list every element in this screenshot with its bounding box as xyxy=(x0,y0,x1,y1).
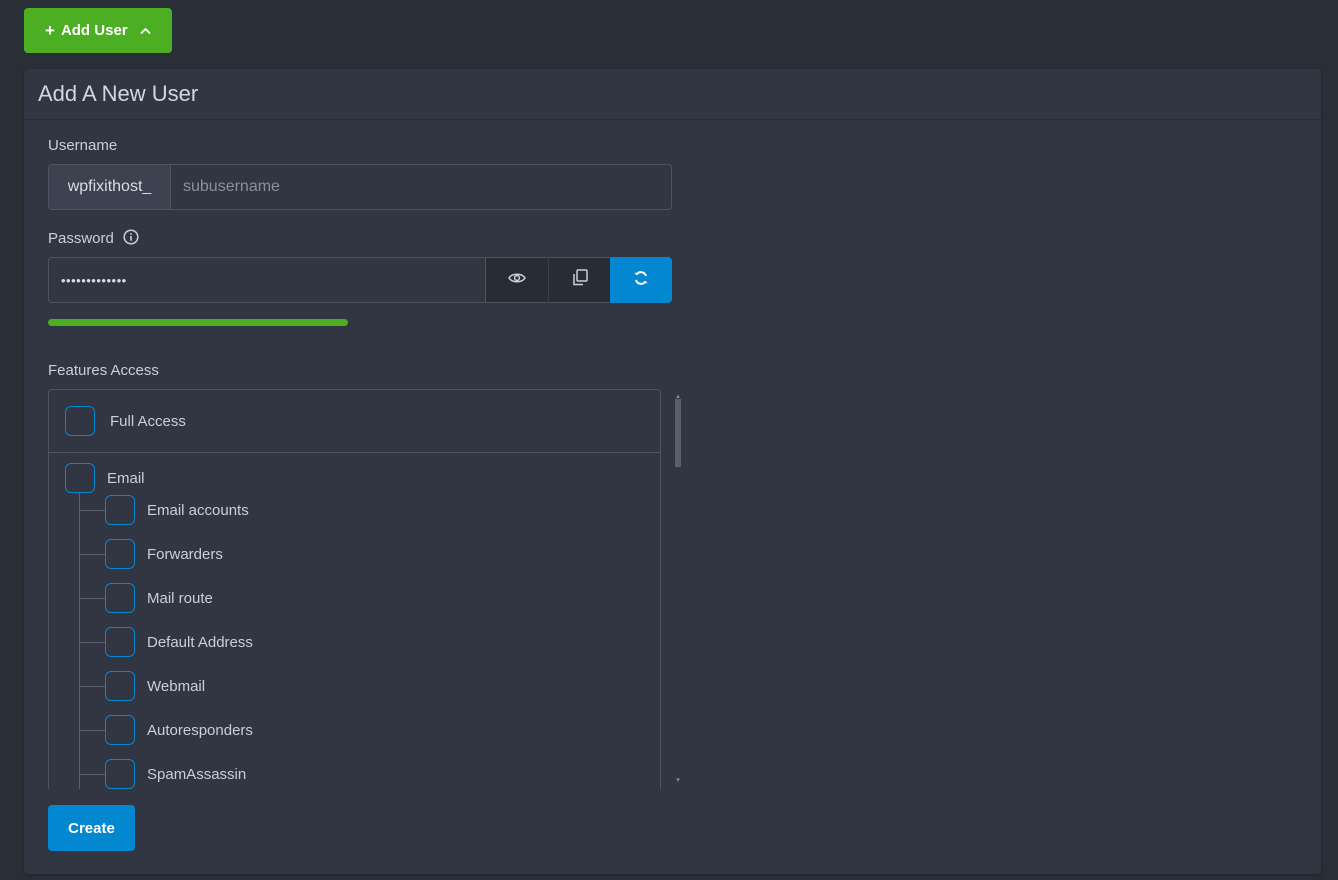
feature-item-mail-route: Mail route xyxy=(79,583,213,613)
feature-label: Autoresponders xyxy=(147,721,253,739)
scroll-down-icon[interactable]: ▾ xyxy=(675,777,681,784)
panel-title: Add A New User xyxy=(38,81,199,106)
full-access-label: Full Access xyxy=(110,412,186,430)
chevron-up-icon xyxy=(139,27,151,35)
tree-branch xyxy=(79,553,105,555)
email-group-row: Email xyxy=(65,463,145,493)
scrollbar-thumb[interactable] xyxy=(675,399,681,467)
full-access-row: Full Access xyxy=(49,390,660,453)
feature-item-default-address: Default Address xyxy=(79,627,253,657)
feature-label: Default Address xyxy=(147,633,253,651)
copy-icon xyxy=(572,269,588,291)
info-icon[interactable] xyxy=(123,229,139,245)
tree-branch xyxy=(79,729,105,731)
email-group-label: Email xyxy=(107,469,145,487)
feature-label: Mail route xyxy=(147,589,213,607)
feature-label: Forwarders xyxy=(147,545,223,563)
feature-label: Email accounts xyxy=(147,501,249,519)
feature-checkbox[interactable] xyxy=(105,495,135,525)
feature-checkbox[interactable] xyxy=(105,539,135,569)
features-label: Features Access xyxy=(48,362,159,379)
feature-label: SpamAssassin xyxy=(147,765,247,783)
feature-checkbox[interactable] xyxy=(105,627,135,657)
add-user-label: Add User xyxy=(60,22,128,39)
password-label-wrap: Password xyxy=(48,229,139,247)
features-access-list: Full Access Email Email accounts Forward… xyxy=(48,389,661,789)
add-user-panel: Add A New User Username wpfixithost_ Pas… xyxy=(24,69,1321,874)
tree-branch xyxy=(79,685,105,687)
show-password-button[interactable] xyxy=(486,257,549,303)
feature-item-email-accounts: Email accounts xyxy=(79,495,249,525)
username-prefix: wpfixithost_ xyxy=(49,165,171,209)
feature-item-spamassassin: SpamAssassin xyxy=(79,759,246,789)
email-group-checkbox[interactable] xyxy=(65,463,95,493)
feature-checkbox[interactable] xyxy=(105,759,135,789)
feature-item-autoresponders: Autoresponders xyxy=(79,715,253,745)
username-input[interactable] xyxy=(171,165,671,209)
add-user-button[interactable]: + Add User xyxy=(24,8,172,53)
feature-checkbox[interactable] xyxy=(105,715,135,745)
panel-header: Add A New User xyxy=(24,69,1321,120)
feature-checkbox[interactable] xyxy=(105,583,135,613)
generate-password-button[interactable] xyxy=(610,257,672,303)
feature-item-forwarders: Forwarders xyxy=(79,539,223,569)
copy-password-button[interactable] xyxy=(548,257,611,303)
password-input-group: ••••••••••••• xyxy=(48,257,672,303)
feature-item-webmail: Webmail xyxy=(79,671,205,701)
tree-branch xyxy=(79,509,105,511)
tree-branch xyxy=(79,641,105,643)
password-label: Password xyxy=(48,230,114,247)
password-input[interactable]: ••••••••••••• xyxy=(48,257,487,303)
feature-checkbox[interactable] xyxy=(105,671,135,701)
eye-icon xyxy=(508,271,527,289)
features-scrollbar[interactable]: ▴ ▾ xyxy=(675,393,681,784)
username-label: Username xyxy=(48,137,118,154)
full-access-checkbox[interactable] xyxy=(65,406,95,436)
tree-branch xyxy=(79,773,105,775)
username-input-group: wpfixithost_ xyxy=(48,164,672,210)
feature-label: Webmail xyxy=(147,677,206,695)
create-button[interactable]: Create xyxy=(48,805,135,851)
plus-icon: + xyxy=(45,21,55,40)
refresh-icon xyxy=(633,270,649,291)
tree-branch xyxy=(79,597,105,599)
password-strength-bar xyxy=(48,319,348,326)
